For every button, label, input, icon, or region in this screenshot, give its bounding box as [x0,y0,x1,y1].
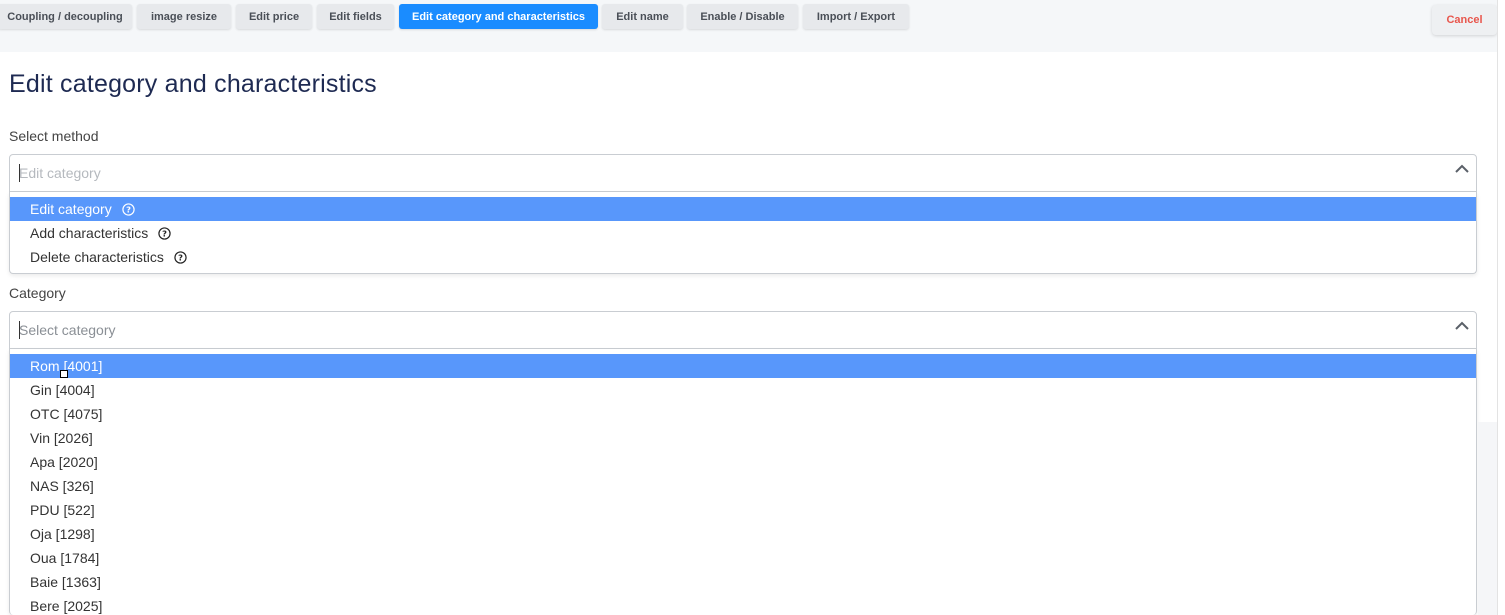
category-dropdown[interactable]: Rom [4001] Gin [4004] OTC [4075] Vin [20… [9,349,1477,615]
category-option[interactable]: Gin [4004] [10,378,1476,402]
tab-edit-name[interactable]: Edit name [602,4,683,29]
svg-text:?: ? [178,252,183,262]
background-panel [1478,422,1497,615]
tab-edit-category-characteristics[interactable]: Edit category and characteristics [399,4,598,29]
category-option[interactable]: Baie [1363] [10,570,1476,594]
category-option[interactable]: NAS [326] [10,474,1476,498]
method-label: Select method [9,128,99,144]
method-search-input[interactable] [19,155,1419,191]
category-option[interactable]: Vin [2026] [10,426,1476,450]
category-option[interactable]: Bere [2025] [10,594,1476,615]
chevron-up-icon[interactable] [1454,318,1470,334]
help-circle-icon: ? [158,226,171,240]
tab-image-resize[interactable]: image resize [137,4,231,29]
method-option-delete-characteristics[interactable]: Delete characteristics ? [10,245,1476,269]
scrollbar[interactable] [1497,0,1505,615]
category-option[interactable]: PDU [522] [10,498,1476,522]
category-option[interactable]: Oua [1784] [10,546,1476,570]
top-toolbar: Coupling / decoupling image resize Edit … [0,0,1505,52]
tab-import-export[interactable]: Import / Export [803,4,909,29]
category-option[interactable]: Oja [1298] [10,522,1476,546]
tab-edit-fields[interactable]: Edit fields [317,4,394,29]
tab-edit-price[interactable]: Edit price [236,4,312,29]
category-search-input[interactable] [19,312,1419,348]
category-option[interactable]: Rom [4001] [10,354,1476,378]
category-option[interactable]: OTC [4075] [10,402,1476,426]
help-circle-icon: ? [122,202,135,216]
method-option-add-characteristics[interactable]: Add characteristics ? [10,221,1476,245]
option-label: Delete characteristics [30,249,164,265]
option-label: Edit category [30,201,112,217]
mouse-cursor-icon [60,370,68,378]
svg-text:?: ? [126,204,131,214]
svg-text:?: ? [162,228,167,238]
cancel-button[interactable]: Cancel [1432,5,1497,35]
method-dropdown: Edit category ? Add characteristics ? De… [9,192,1477,274]
category-label: Category [9,285,66,301]
text-caret [19,164,20,182]
text-caret [19,321,20,339]
method-select[interactable] [9,154,1477,192]
help-circle-icon: ? [174,250,187,264]
method-option-edit-category[interactable]: Edit category ? [10,197,1476,221]
tab-coupling-decoupling[interactable]: Coupling / decoupling [0,4,132,29]
category-option[interactable]: Apa [2020] [10,450,1476,474]
chevron-up-icon[interactable] [1454,161,1470,177]
page-title: Edit category and characteristics [9,70,377,98]
tab-enable-disable[interactable]: Enable / Disable [687,4,798,29]
category-select[interactable] [9,311,1477,349]
option-label: Add characteristics [30,225,149,241]
